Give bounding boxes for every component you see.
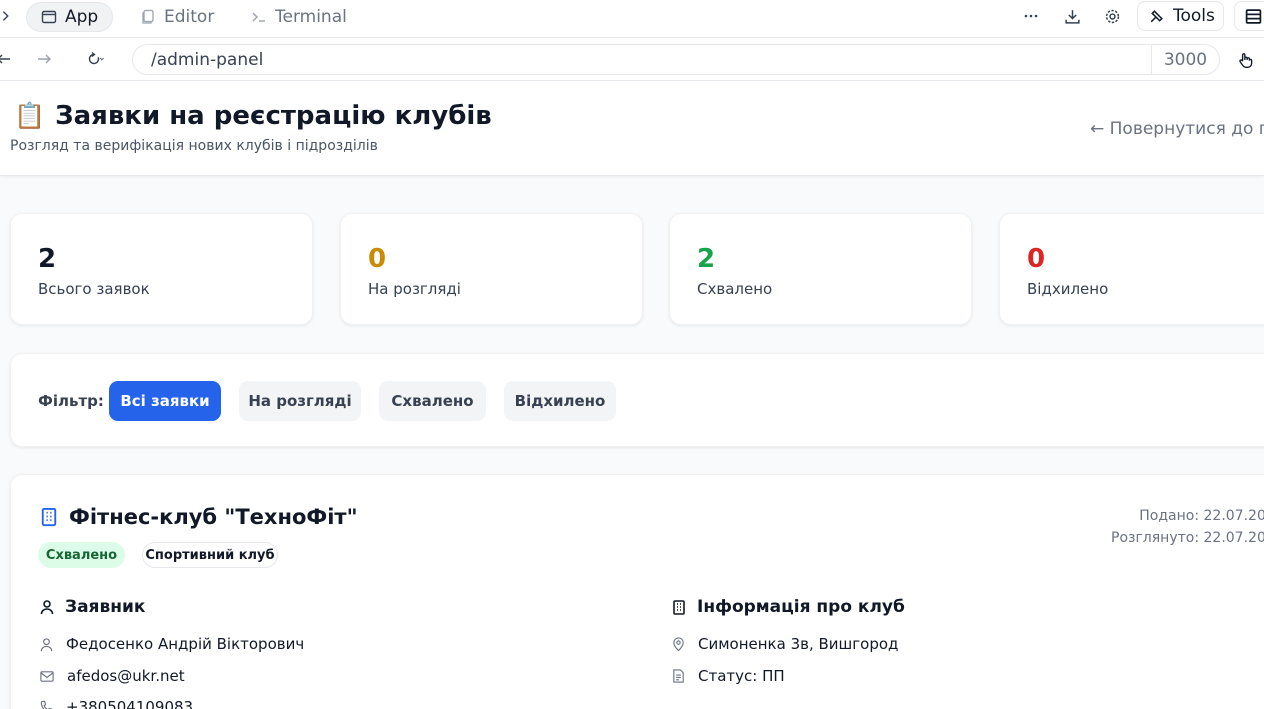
applicant-name: Федосенко Андрій Вікторович: [66, 635, 305, 653]
tab-label: App: [65, 7, 99, 27]
applicant-email[interactable]: afedos@ukr.net: [67, 667, 185, 685]
tab-terminal[interactable]: Terminal: [237, 2, 361, 32]
type-badge: Спортивний клуб: [142, 542, 278, 568]
page-title-text: Заявки на реєстрацію клубів: [55, 101, 492, 131]
user-icon: [40, 600, 54, 615]
tab-app[interactable]: App: [26, 2, 114, 32]
layout-button[interactable]: [1234, 1, 1264, 31]
stat-card-approved: 2 Схвалено: [669, 213, 972, 325]
tab-label: Editor: [164, 7, 215, 27]
applicant-name-row: Федосенко Андрій Вікторович: [39, 635, 304, 653]
terminal-icon: [252, 12, 265, 22]
tab-editor[interactable]: Editor: [126, 2, 228, 32]
page-header: 📋 Заявки на реєстрацію клубів Розгляд та…: [0, 81, 1264, 176]
stat-label: На розгляді: [368, 280, 461, 298]
reviewed-date: Розглянуто: 22.07.202: [1111, 530, 1264, 546]
filter-rejected-button[interactable]: Відхилено: [504, 381, 616, 421]
page-title: 📋 Заявки на реєстрацію клубів: [14, 101, 492, 131]
filter-pending-button[interactable]: На розгляді: [239, 381, 361, 421]
club-info-heading-text: Інформація про клуб: [697, 597, 905, 617]
building-icon: [673, 599, 685, 615]
application-title-text: Фітнес-клуб "ТехноФіт": [69, 505, 358, 529]
admin-panel-page: 📋 Заявки на реєстрацію клубів Розгляд та…: [0, 81, 1264, 709]
url-input[interactable]: /admin-panel 3000: [132, 44, 1220, 75]
url-text: /admin-panel: [151, 50, 264, 70]
forward-arrow-icon[interactable]: [32, 47, 56, 71]
club-status-row: Статус: ПП: [671, 667, 785, 685]
applicant-email-row: afedos@ukr.net: [39, 667, 185, 685]
clipboard-icon: 📋: [14, 101, 46, 130]
download-icon[interactable]: [1060, 4, 1084, 28]
port-field[interactable]: 3000: [1151, 45, 1219, 74]
back-link[interactable]: ← Повернутися до па: [1090, 119, 1264, 139]
submitted-date: Подано: 22.07.202: [1139, 508, 1264, 524]
club-status: Статус: ПП: [698, 667, 785, 685]
application-dates: Подано: 22.07.202 Розглянуто: 22.07.202: [1111, 505, 1264, 549]
applicant-phone: +380504109083: [66, 698, 194, 709]
map-pin-icon: [673, 637, 684, 652]
tools-button[interactable]: Tools: [1137, 1, 1224, 31]
hand-pointer-icon[interactable]: [1234, 48, 1258, 72]
building-icon: [41, 507, 57, 527]
tab-label: Terminal: [275, 7, 347, 27]
club-address: Симоненка 3в, Вишгород: [698, 635, 899, 653]
window-icon: [41, 10, 57, 24]
application-title: Фітнес-клуб "ТехноФіт": [39, 505, 358, 529]
stat-card-pending: 0 На розгляді: [340, 213, 643, 325]
mail-icon: [40, 670, 54, 682]
applicant-heading-text: Заявник: [65, 597, 146, 617]
stat-card-rejected: 0 Відхилено: [999, 213, 1264, 325]
filter-all-button[interactable]: Всі заявки: [109, 381, 221, 421]
stat-value: 2: [697, 244, 716, 274]
layout-icon: [1245, 9, 1262, 24]
stat-label: Схвалено: [697, 280, 773, 298]
gear-icon[interactable]: [1100, 4, 1124, 28]
filter-label: Фільтр:: [38, 392, 104, 410]
stat-card-total: 2 Всього заявок: [10, 213, 313, 325]
chevron-right-icon[interactable]: [0, 4, 18, 28]
stat-value: 0: [1027, 244, 1046, 274]
stat-label: Всього заявок: [38, 280, 150, 298]
copy-icon: [142, 9, 154, 24]
applicant-heading: Заявник: [39, 597, 145, 617]
club-info-heading: Інформація про клуб: [671, 597, 905, 617]
back-arrow-icon[interactable]: [0, 47, 16, 71]
filter-approved-button[interactable]: Схвалено: [379, 381, 486, 421]
page-subtitle: Розгляд та верифікація нових клубів і пі…: [10, 138, 378, 154]
application-card: Фітнес-клуб "ТехноФіт" Схвалено Спортивн…: [10, 474, 1264, 709]
stat-label: Відхилено: [1027, 280, 1109, 298]
club-address-row: Симоненка 3в, Вишгород: [671, 635, 898, 653]
phone-icon: [40, 700, 54, 709]
stat-value: 0: [368, 244, 387, 274]
stat-value: 2: [38, 244, 57, 274]
tools-label: Tools: [1173, 6, 1215, 26]
status-badge: Схвалено: [38, 542, 125, 568]
document-icon: [673, 669, 684, 683]
tools-icon: [1150, 9, 1163, 22]
user-icon: [40, 637, 53, 651]
more-icon[interactable]: [1019, 4, 1043, 28]
filter-bar: Фільтр: Всі заявки На розгляді Схвалено …: [10, 353, 1264, 447]
address-bar-row: /admin-panel 3000: [0, 38, 1264, 81]
browser-tab-strip: App Editor Terminal Tools: [0, 0, 1264, 38]
applicant-phone-row: +380504109083: [39, 698, 193, 709]
reload-icon[interactable]: [76, 47, 112, 71]
